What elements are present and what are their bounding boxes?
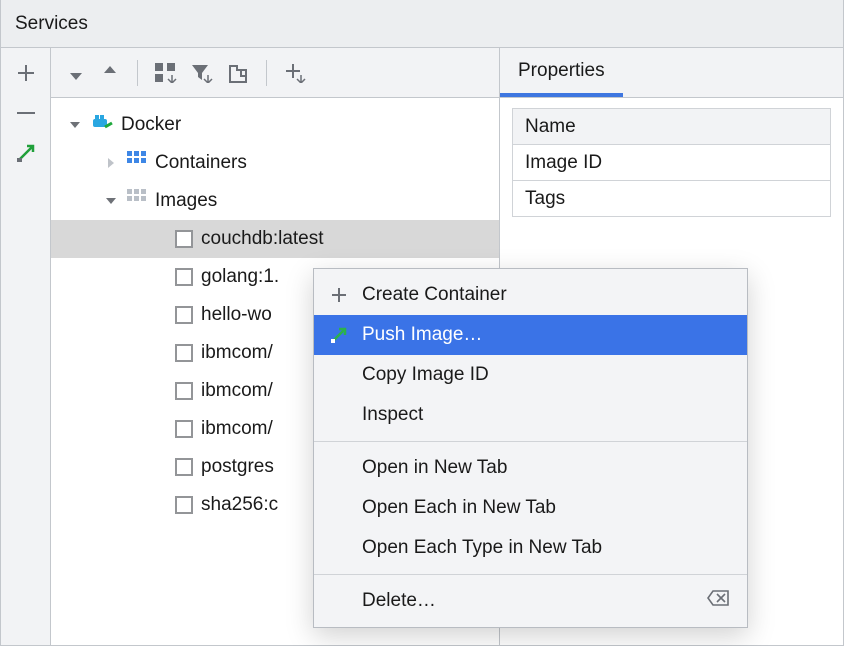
property-row[interactable]: Image ID xyxy=(513,145,830,181)
menu-item-push-image[interactable]: Push Image… xyxy=(314,315,747,355)
tab-properties[interactable]: Properties xyxy=(500,48,623,97)
checkbox-icon[interactable] xyxy=(175,420,193,438)
menu-item-label: Copy Image ID xyxy=(362,364,489,386)
properties-tabbar: Properties xyxy=(499,48,843,98)
tree-node-images[interactable]: Images xyxy=(51,182,499,220)
menu-item-label: Create Container xyxy=(362,284,507,306)
property-row[interactable]: Tags xyxy=(513,181,830,217)
chevron-down-icon xyxy=(103,193,119,209)
tree-node-label: Containers xyxy=(155,152,247,174)
docker-icon xyxy=(91,113,113,137)
menu-separator xyxy=(314,574,747,575)
tree-node-label: ibmcom/ xyxy=(201,418,273,440)
property-name: Tags xyxy=(525,188,565,210)
images-icon xyxy=(127,189,147,213)
filter-button[interactable] xyxy=(186,58,218,88)
run-button[interactable] xyxy=(13,140,39,166)
properties-table: Name Image ID Tags xyxy=(512,108,831,217)
checkbox-icon[interactable] xyxy=(175,230,193,248)
backspace-icon xyxy=(707,590,729,612)
tree-node-label: golang:1. xyxy=(201,266,279,288)
panel-title-text: Services xyxy=(15,13,88,34)
toolbar-separator xyxy=(137,60,138,86)
menu-item-label: Open Each in New Tab xyxy=(362,497,556,519)
menu-item-open-each-type-new-tab[interactable]: Open Each Type in New Tab xyxy=(314,528,747,568)
menu-item-label: Open in New Tab xyxy=(362,457,507,479)
chevron-right-icon xyxy=(103,155,119,171)
column-header-text: Name xyxy=(525,116,576,138)
chevron-down-icon xyxy=(67,117,83,133)
plus-icon xyxy=(328,287,350,303)
checkbox-icon[interactable] xyxy=(175,458,193,476)
property-name: Image ID xyxy=(525,152,602,174)
checkbox-icon[interactable] xyxy=(175,268,193,286)
remove-button[interactable] xyxy=(13,100,39,126)
menu-item-label: Push Image… xyxy=(362,324,482,346)
add-service-button[interactable] xyxy=(279,58,311,88)
tree-node-label: Images xyxy=(155,190,217,212)
menu-item-label: Delete… xyxy=(362,590,695,612)
context-menu: Create Container Push Image… Copy Image … xyxy=(313,268,748,628)
checkbox-icon[interactable] xyxy=(175,306,193,324)
menu-item-delete[interactable]: Delete… xyxy=(314,581,747,621)
panel-title: Services xyxy=(0,0,844,48)
menu-item-copy-image-id[interactable]: Copy Image ID xyxy=(314,355,747,395)
tree-node-label: ibmcom/ xyxy=(201,342,273,364)
tree-toolbar xyxy=(51,48,499,98)
tree-node-label: sha256:c xyxy=(201,494,278,516)
menu-item-open-new-tab[interactable]: Open in New Tab xyxy=(314,448,747,488)
tree-node-label: postgres xyxy=(201,456,274,478)
menu-separator xyxy=(314,441,747,442)
properties-column-header[interactable]: Name xyxy=(513,109,830,145)
checkbox-icon[interactable] xyxy=(175,382,193,400)
menu-item-label: Inspect xyxy=(362,404,423,426)
tree-node-label: couchdb:latest xyxy=(201,228,324,250)
push-icon xyxy=(328,327,350,343)
menu-item-label: Open Each Type in New Tab xyxy=(362,537,602,559)
tree-node-containers[interactable]: Containers xyxy=(51,144,499,182)
gutter-toolbar xyxy=(1,48,51,645)
group-by-button[interactable] xyxy=(150,58,182,88)
tree-node-label: ibmcom/ xyxy=(201,380,273,402)
menu-item-create-container[interactable]: Create Container xyxy=(314,275,747,315)
menu-item-inspect[interactable]: Inspect xyxy=(314,395,747,435)
tree-node-docker[interactable]: Docker xyxy=(51,106,499,144)
checkbox-icon[interactable] xyxy=(175,344,193,362)
expand-all-button[interactable] xyxy=(61,58,91,88)
tree-node-image[interactable]: couchdb:latest xyxy=(51,220,499,258)
tree-node-label: Docker xyxy=(121,114,181,136)
toolbar-separator xyxy=(266,60,267,86)
menu-item-open-each-new-tab[interactable]: Open Each in New Tab xyxy=(314,488,747,528)
checkbox-icon[interactable] xyxy=(175,496,193,514)
open-tab-button[interactable] xyxy=(222,58,254,88)
tree-node-label: hello-wo xyxy=(201,304,272,326)
collapse-all-button[interactable] xyxy=(95,58,125,88)
tab-label: Properties xyxy=(518,60,605,82)
containers-icon xyxy=(127,151,147,175)
add-button[interactable] xyxy=(13,60,39,86)
